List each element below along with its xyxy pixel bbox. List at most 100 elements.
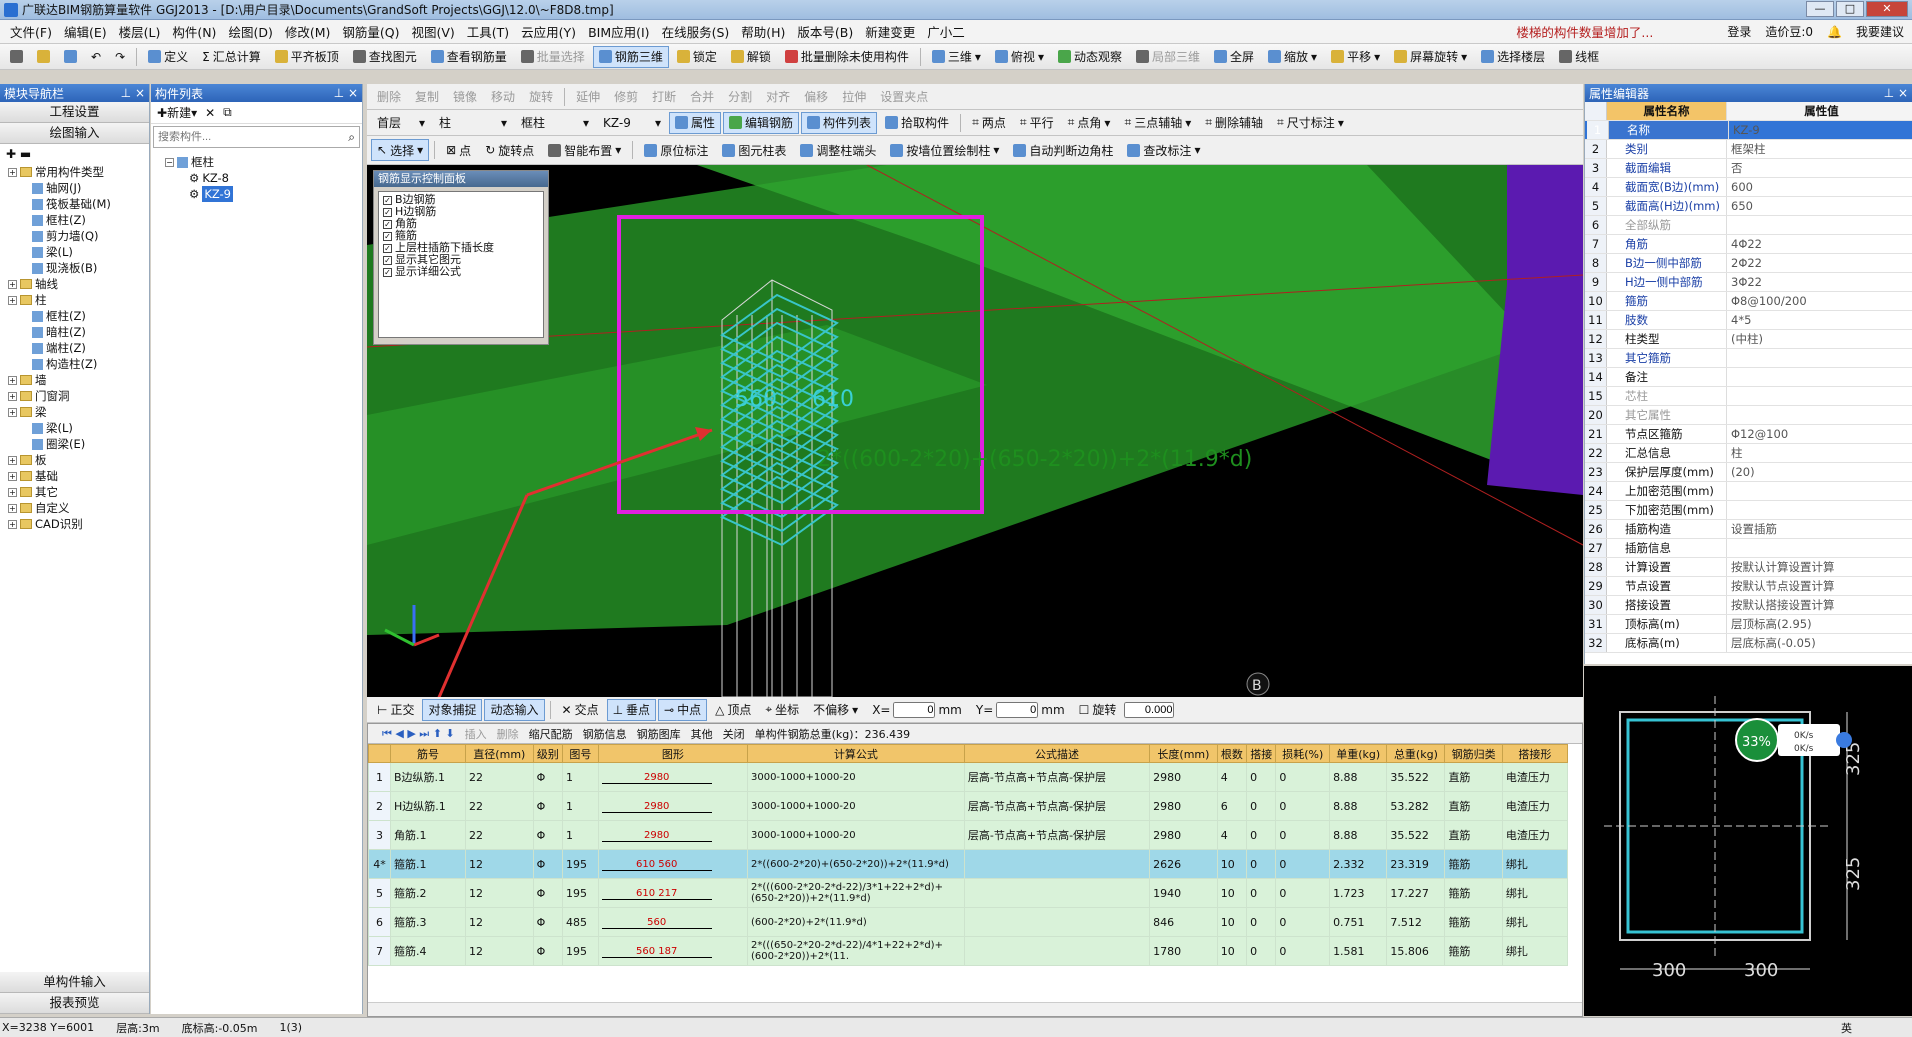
property-row[interactable]: 20 其它属性 — [1585, 406, 1912, 425]
property-value[interactable]: 2Φ22 — [1727, 254, 1912, 272]
save-icon[interactable] — [58, 46, 83, 68]
column-header[interactable]: 长度(mm) — [1149, 744, 1218, 763]
search-icon[interactable]: ⌕ — [348, 130, 355, 145]
table-cell[interactable]: 0 — [1246, 791, 1277, 821]
property-value[interactable] — [1727, 387, 1912, 405]
table-cell[interactable]: 10 — [1216, 907, 1248, 937]
table-cell[interactable]: 箍筋 — [1444, 907, 1503, 937]
property-value[interactable]: KZ-9 — [1729, 121, 1910, 139]
property-value[interactable]: 按默认计算设置计算 — [1727, 558, 1912, 576]
table-cell[interactable]: 绑扎 — [1501, 849, 1569, 879]
table-cell[interactable]: 箍筋.1 — [390, 849, 466, 879]
rebar-info-button[interactable]: 钢筋信息 — [583, 726, 627, 742]
table-cell[interactable]: 箍筋.3 — [390, 907, 466, 937]
row-number[interactable]: 1 — [368, 762, 391, 792]
scale-rebar-button[interactable]: 缩尺配筋 — [529, 726, 573, 742]
delete-axis-button[interactable]: ⌗ 删除辅轴 — [1199, 112, 1269, 134]
table-cell[interactable]: 12 — [465, 878, 534, 908]
tree-root-frame-column[interactable]: 框柱 — [191, 154, 214, 170]
property-row[interactable]: 24 上加密范围(mm) — [1585, 482, 1912, 501]
property-value[interactable]: 框架柱 — [1727, 140, 1912, 158]
table-cell[interactable]: 层高-节点高+节点高-保护层 — [963, 762, 1151, 792]
nav-tree-item[interactable]: 圈梁(E) — [4, 436, 149, 452]
mirror-button[interactable]: 镜像 — [447, 86, 483, 108]
first-record-icon[interactable]: ⏮ ◀ ▶ ⏭ ⬆ ⬇ — [382, 727, 455, 741]
expand-toggle-icon[interactable]: + — [8, 519, 17, 529]
expand-toggle-icon[interactable]: + — [8, 167, 17, 177]
column-header[interactable]: 损耗(%) — [1275, 744, 1331, 763]
nav-tree-item[interactable]: + 基础 — [4, 468, 149, 484]
minimize-button[interactable]: — — [1806, 1, 1834, 17]
property-row[interactable]: 22 汇总信息柱 — [1585, 444, 1912, 463]
table-cell[interactable]: Φ — [532, 762, 563, 792]
undo-icon[interactable]: ↶ — [85, 46, 107, 68]
in-place-annotation-button[interactable]: 原位标注 — [638, 139, 714, 161]
project-settings-button[interactable]: 工程设置 — [0, 102, 149, 123]
table-row[interactable]: 6 箍筋.3 12 Φ 485 560 (600-2*20)+2*(11.9*d) 846 10… — [368, 907, 1569, 937]
menu-bim[interactable]: BIM应用(I) — [582, 22, 656, 41]
batch-delete-unused-button[interactable]: 批量删除未使用构件 — [779, 46, 915, 68]
expand-toggle-icon[interactable]: + — [8, 391, 17, 401]
close-button[interactable]: ✕ — [1866, 1, 1908, 17]
single-component-input-button[interactable]: 单构件输入 — [0, 972, 149, 993]
horizontal-scrollbar[interactable] — [368, 1002, 1582, 1016]
table-cell[interactable]: 8.88 — [1329, 762, 1388, 792]
expand-toggle-icon[interactable]: + — [8, 471, 17, 481]
property-value[interactable] — [1727, 482, 1912, 500]
table-cell[interactable]: 1 — [561, 791, 599, 821]
pick-component-button[interactable]: 拾取构件 — [879, 112, 955, 134]
expand-toggle-icon[interactable]: + — [8, 279, 17, 289]
table-cell[interactable]: 12 — [465, 936, 534, 966]
edit-rebar-button[interactable]: 编辑钢筋 — [723, 111, 800, 134]
rotate-angle-input[interactable] — [1124, 701, 1175, 718]
table-cell[interactable]: 3000-1000+1000-20 — [746, 791, 965, 821]
nav-tree-item[interactable]: 现浇板(B) — [4, 260, 149, 276]
table-cell[interactable]: 560 — [597, 907, 748, 937]
vertex-snap[interactable]: △ 顶点 — [709, 699, 757, 721]
fullscreen-button[interactable]: 全屏 — [1208, 46, 1260, 68]
zoom-button[interactable]: 缩放 ▾ — [1262, 46, 1323, 68]
property-value[interactable] — [1727, 216, 1912, 234]
table-cell[interactable]: 层高-节点高+节点高-保护层 — [963, 820, 1151, 850]
table-cell[interactable]: 箍筋 — [1444, 878, 1503, 908]
draw-by-wall-button[interactable]: 按墙位置绘制柱 ▾ — [884, 139, 1005, 161]
column-header[interactable]: 单重(kg) — [1329, 744, 1388, 763]
table-cell[interactable]: H边纵筋.1 — [390, 791, 466, 821]
nav-tree-item[interactable]: 构造柱(Z) — [4, 356, 149, 372]
pin-icon[interactable]: ⊥ × — [1884, 86, 1908, 100]
property-row[interactable]: 11 肢数 4*5 — [1585, 311, 1912, 330]
row-number[interactable]: 5 — [368, 878, 391, 908]
component-list-toggle-button[interactable]: 构件列表 — [801, 111, 878, 134]
copy-icon[interactable]: ⧉ — [223, 105, 232, 120]
nav-tree-item[interactable]: + 常用构件类型 — [4, 164, 149, 180]
table-cell[interactable]: 22 — [465, 820, 534, 850]
table-row[interactable]: 2 H边纵筋.1 22 Φ 1 2980 3000-1000+1000-20 层高-节点高+节… — [368, 791, 1569, 821]
row-number[interactable]: 6 — [368, 907, 391, 937]
property-row[interactable]: 7 角筋 4Φ22 — [1585, 235, 1912, 254]
property-value[interactable]: 4*5 — [1727, 311, 1912, 329]
point-button[interactable]: ⊠ 点 — [440, 139, 477, 161]
table-cell[interactable]: Φ — [532, 791, 563, 821]
menu-assistant[interactable]: 广小二 — [921, 22, 971, 41]
menu-online[interactable]: 在线服务(S) — [656, 22, 736, 41]
subtype-select[interactable]: 框柱 ▾ — [515, 112, 595, 134]
table-cell[interactable]: 0 — [1275, 762, 1331, 792]
checkbox-icon[interactable]: ✓ — [383, 255, 392, 265]
property-row[interactable]: 23 保护层厚度(mm) (20) — [1585, 463, 1912, 482]
local-3d-button[interactable]: 局部三维 — [1130, 46, 1206, 68]
object-snap-toggle[interactable]: 对象捕捉 — [422, 698, 483, 721]
property-row[interactable]: 26 插筋构造 设置插筋 — [1585, 520, 1912, 539]
property-row[interactable]: 14 备注 — [1585, 368, 1912, 387]
align-slab-top-button[interactable]: 平齐板顶 — [269, 46, 345, 68]
table-cell[interactable]: 2.332 — [1329, 849, 1388, 879]
pan-button[interactable]: 平移 ▾ — [1325, 46, 1386, 68]
expand-toggle-icon[interactable]: + — [8, 503, 17, 513]
table-cell[interactable]: 8.88 — [1329, 820, 1388, 850]
nav-tree-item[interactable]: 暗柱(Z) — [4, 324, 149, 340]
property-row[interactable]: 30 搭接设置 按默认搭接设置计算 — [1585, 596, 1912, 615]
table-cell[interactable]: 0 — [1246, 936, 1277, 966]
property-row[interactable]: 1 名称 KZ-9 — [1585, 121, 1912, 140]
y-input[interactable] — [996, 701, 1039, 718]
table-cell[interactable]: 195 — [561, 936, 599, 966]
property-row[interactable]: 25 下加密范围(mm) — [1585, 501, 1912, 520]
